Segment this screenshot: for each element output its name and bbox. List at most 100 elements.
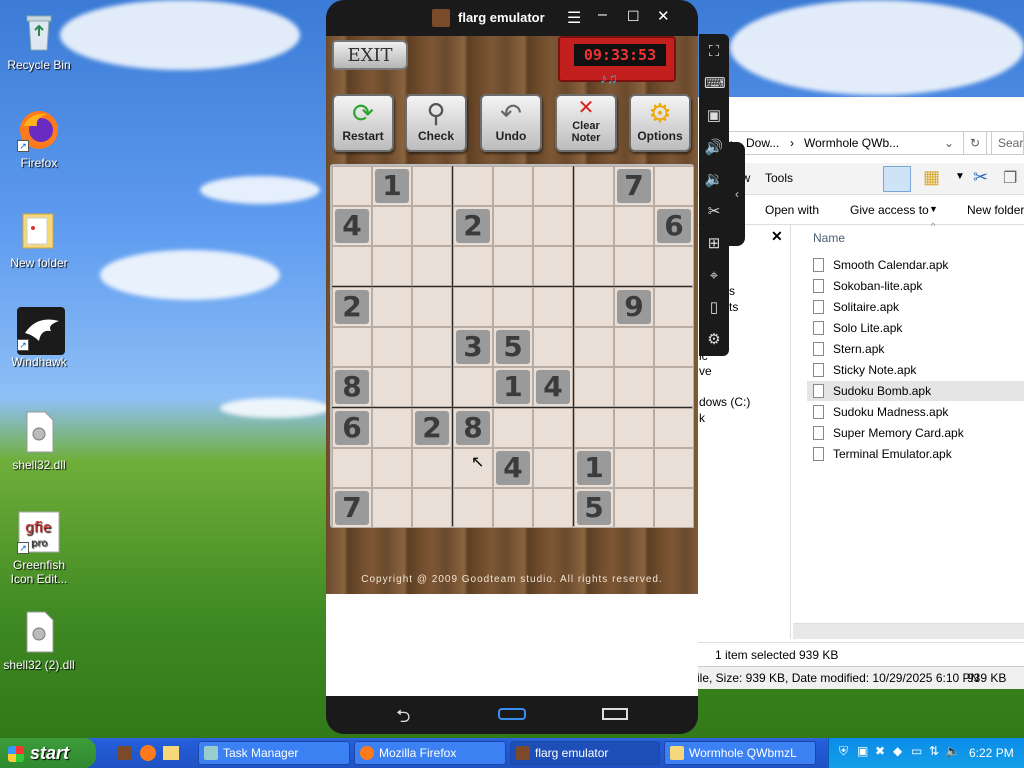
sudoku-cell[interactable]: 7: [332, 488, 372, 528]
give-access-button[interactable]: Give access to: [850, 203, 929, 217]
sudoku-cell[interactable]: [412, 166, 452, 206]
sudoku-cell[interactable]: [533, 488, 573, 528]
list-item[interactable]: Solitaire.apk: [813, 297, 1024, 317]
shield-icon[interactable]: ⛨: [839, 744, 848, 759]
chevron-down-icon[interactable]: ⌄: [944, 132, 954, 154]
sudoku-cell[interactable]: [493, 408, 533, 448]
sudoku-cell[interactable]: [533, 166, 573, 206]
windhawk-tray-icon[interactable]: ◆: [893, 744, 902, 758]
sudoku-cell[interactable]: 8: [453, 408, 493, 448]
sudoku-cell[interactable]: [654, 287, 694, 327]
breadcrumb-downloads[interactable]: Dow...: [746, 132, 779, 154]
recent-apps-icon[interactable]: [602, 708, 628, 720]
taskbar-flarg-emulator[interactable]: flarg emulator: [510, 741, 660, 765]
folder-options-icon[interactable]: ▦: [923, 167, 940, 188]
sudoku-cell[interactable]: [614, 367, 654, 407]
volume-icon[interactable]: 🔈: [945, 744, 960, 758]
volume-down-icon[interactable]: 🔉: [704, 170, 724, 190]
sudoku-cell[interactable]: [614, 488, 654, 528]
open-with-button[interactable]: Open with: [765, 203, 819, 217]
sudoku-cell[interactable]: 8: [332, 367, 372, 407]
sudoku-cell[interactable]: [493, 166, 533, 206]
mute-icon[interactable]: ✖: [875, 744, 885, 758]
sudoku-cell[interactable]: [614, 327, 654, 367]
sudoku-cell[interactable]: [332, 327, 372, 367]
sudoku-cell[interactable]: [533, 408, 573, 448]
sudoku-cell[interactable]: [533, 448, 573, 488]
sudoku-cell[interactable]: 1: [493, 367, 533, 407]
sudoku-cell[interactable]: [372, 488, 412, 528]
refresh-button[interactable]: ↻: [963, 131, 987, 155]
sudoku-cell[interactable]: [332, 166, 372, 206]
clear-noter-button[interactable]: ✕ Clear Noter: [555, 94, 617, 152]
back-button-icon[interactable]: ⮌: [396, 704, 410, 734]
tray-app-icon[interactable]: ▣: [857, 744, 868, 758]
desktop-icon-greenfish[interactable]: gfie pro ↗ Greenfish Icon Edit...: [3, 510, 75, 586]
sudoku-cell[interactable]: [372, 327, 412, 367]
location-icon[interactable]: ⌖: [704, 266, 724, 286]
sudoku-cell[interactable]: [574, 327, 614, 367]
sudoku-cell[interactable]: 1: [372, 166, 412, 206]
list-item[interactable]: Sticky Note.apk: [813, 360, 1024, 380]
horizontal-scrollbar[interactable]: [793, 623, 1024, 639]
sudoku-cell[interactable]: [533, 246, 573, 286]
sudoku-cell[interactable]: 7: [614, 166, 654, 206]
sudoku-cell[interactable]: [412, 367, 452, 407]
sudoku-cell[interactable]: [574, 166, 614, 206]
sudoku-cell[interactable]: [372, 408, 412, 448]
sudoku-cell[interactable]: 4: [493, 448, 533, 488]
list-item[interactable]: Sokoban-lite.apk: [813, 276, 1024, 296]
sudoku-cell[interactable]: [372, 287, 412, 327]
collapse-toolbar-arrow[interactable]: ‹: [729, 142, 745, 246]
desktop-icon-windhawk[interactable]: ↗ Windhawk: [3, 307, 75, 369]
start-button[interactable]: start: [0, 738, 96, 768]
copy-icon[interactable]: ❐: [1003, 168, 1017, 188]
list-item[interactable]: Super Memory Card.apk: [813, 423, 1024, 443]
nav-item[interactable]: s: [729, 284, 735, 298]
sudoku-cell[interactable]: [614, 246, 654, 286]
desktop-icon-firefox[interactable]: ↗ Firefox: [3, 108, 75, 170]
nav-item[interactable]: ts: [729, 300, 738, 314]
undo-button[interactable]: ↶ Undo: [480, 94, 542, 152]
desktop-icon-recycle-bin[interactable]: Recycle Bin: [3, 10, 75, 72]
sudoku-cell[interactable]: [533, 327, 573, 367]
sudoku-cell[interactable]: [493, 287, 533, 327]
sudoku-cell[interactable]: [332, 448, 372, 488]
sudoku-cell[interactable]: [412, 448, 452, 488]
chevron-down-icon[interactable]: ▼: [955, 171, 965, 182]
sudoku-cell[interactable]: [412, 246, 452, 286]
menu-icon[interactable]: ☰: [567, 8, 581, 28]
sudoku-cell[interactable]: 9: [614, 287, 654, 327]
sudoku-cell[interactable]: [372, 246, 412, 286]
sudoku-cell[interactable]: [412, 287, 452, 327]
fullscreen-icon[interactable]: ⛶: [704, 42, 724, 62]
taskbar-task-manager[interactable]: Task Manager: [198, 741, 350, 765]
sudoku-cell[interactable]: [453, 246, 493, 286]
sudoku-cell[interactable]: [654, 166, 694, 206]
sudoku-cell[interactable]: [614, 448, 654, 488]
close-icon[interactable]: ✕: [657, 7, 670, 25]
sudoku-cell[interactable]: 2: [332, 287, 372, 327]
sudoku-cell[interactable]: [493, 246, 533, 286]
sudoku-cell[interactable]: [574, 367, 614, 407]
sudoku-cell[interactable]: 4: [533, 367, 573, 407]
sudoku-cell[interactable]: [453, 488, 493, 528]
sudoku-cell[interactable]: 1: [574, 448, 614, 488]
desktop-icon-shell32[interactable]: shell32.dll: [3, 410, 75, 472]
restart-button[interactable]: ⟳ Restart: [332, 94, 394, 152]
list-item[interactable]: Sudoku Madness.apk: [813, 402, 1024, 422]
sudoku-cell[interactable]: 6: [332, 408, 372, 448]
sudoku-cell[interactable]: [614, 206, 654, 246]
sudoku-cell[interactable]: 5: [493, 327, 533, 367]
sudoku-cell[interactable]: [372, 448, 412, 488]
sudoku-cell[interactable]: [332, 246, 372, 286]
sudoku-cell[interactable]: [372, 367, 412, 407]
sudoku-cell[interactable]: [654, 246, 694, 286]
list-item-selected[interactable]: Sudoku Bomb.apk: [807, 381, 1024, 401]
breadcrumb-wormhole[interactable]: Wormhole QWb...: [804, 132, 899, 154]
pane-toggle-button[interactable]: [883, 166, 911, 192]
taskbar-firefox[interactable]: Mozilla Firefox: [354, 741, 506, 765]
sudoku-cell[interactable]: 6: [654, 206, 694, 246]
sudoku-cell[interactable]: [614, 408, 654, 448]
sudoku-cell[interactable]: [574, 246, 614, 286]
